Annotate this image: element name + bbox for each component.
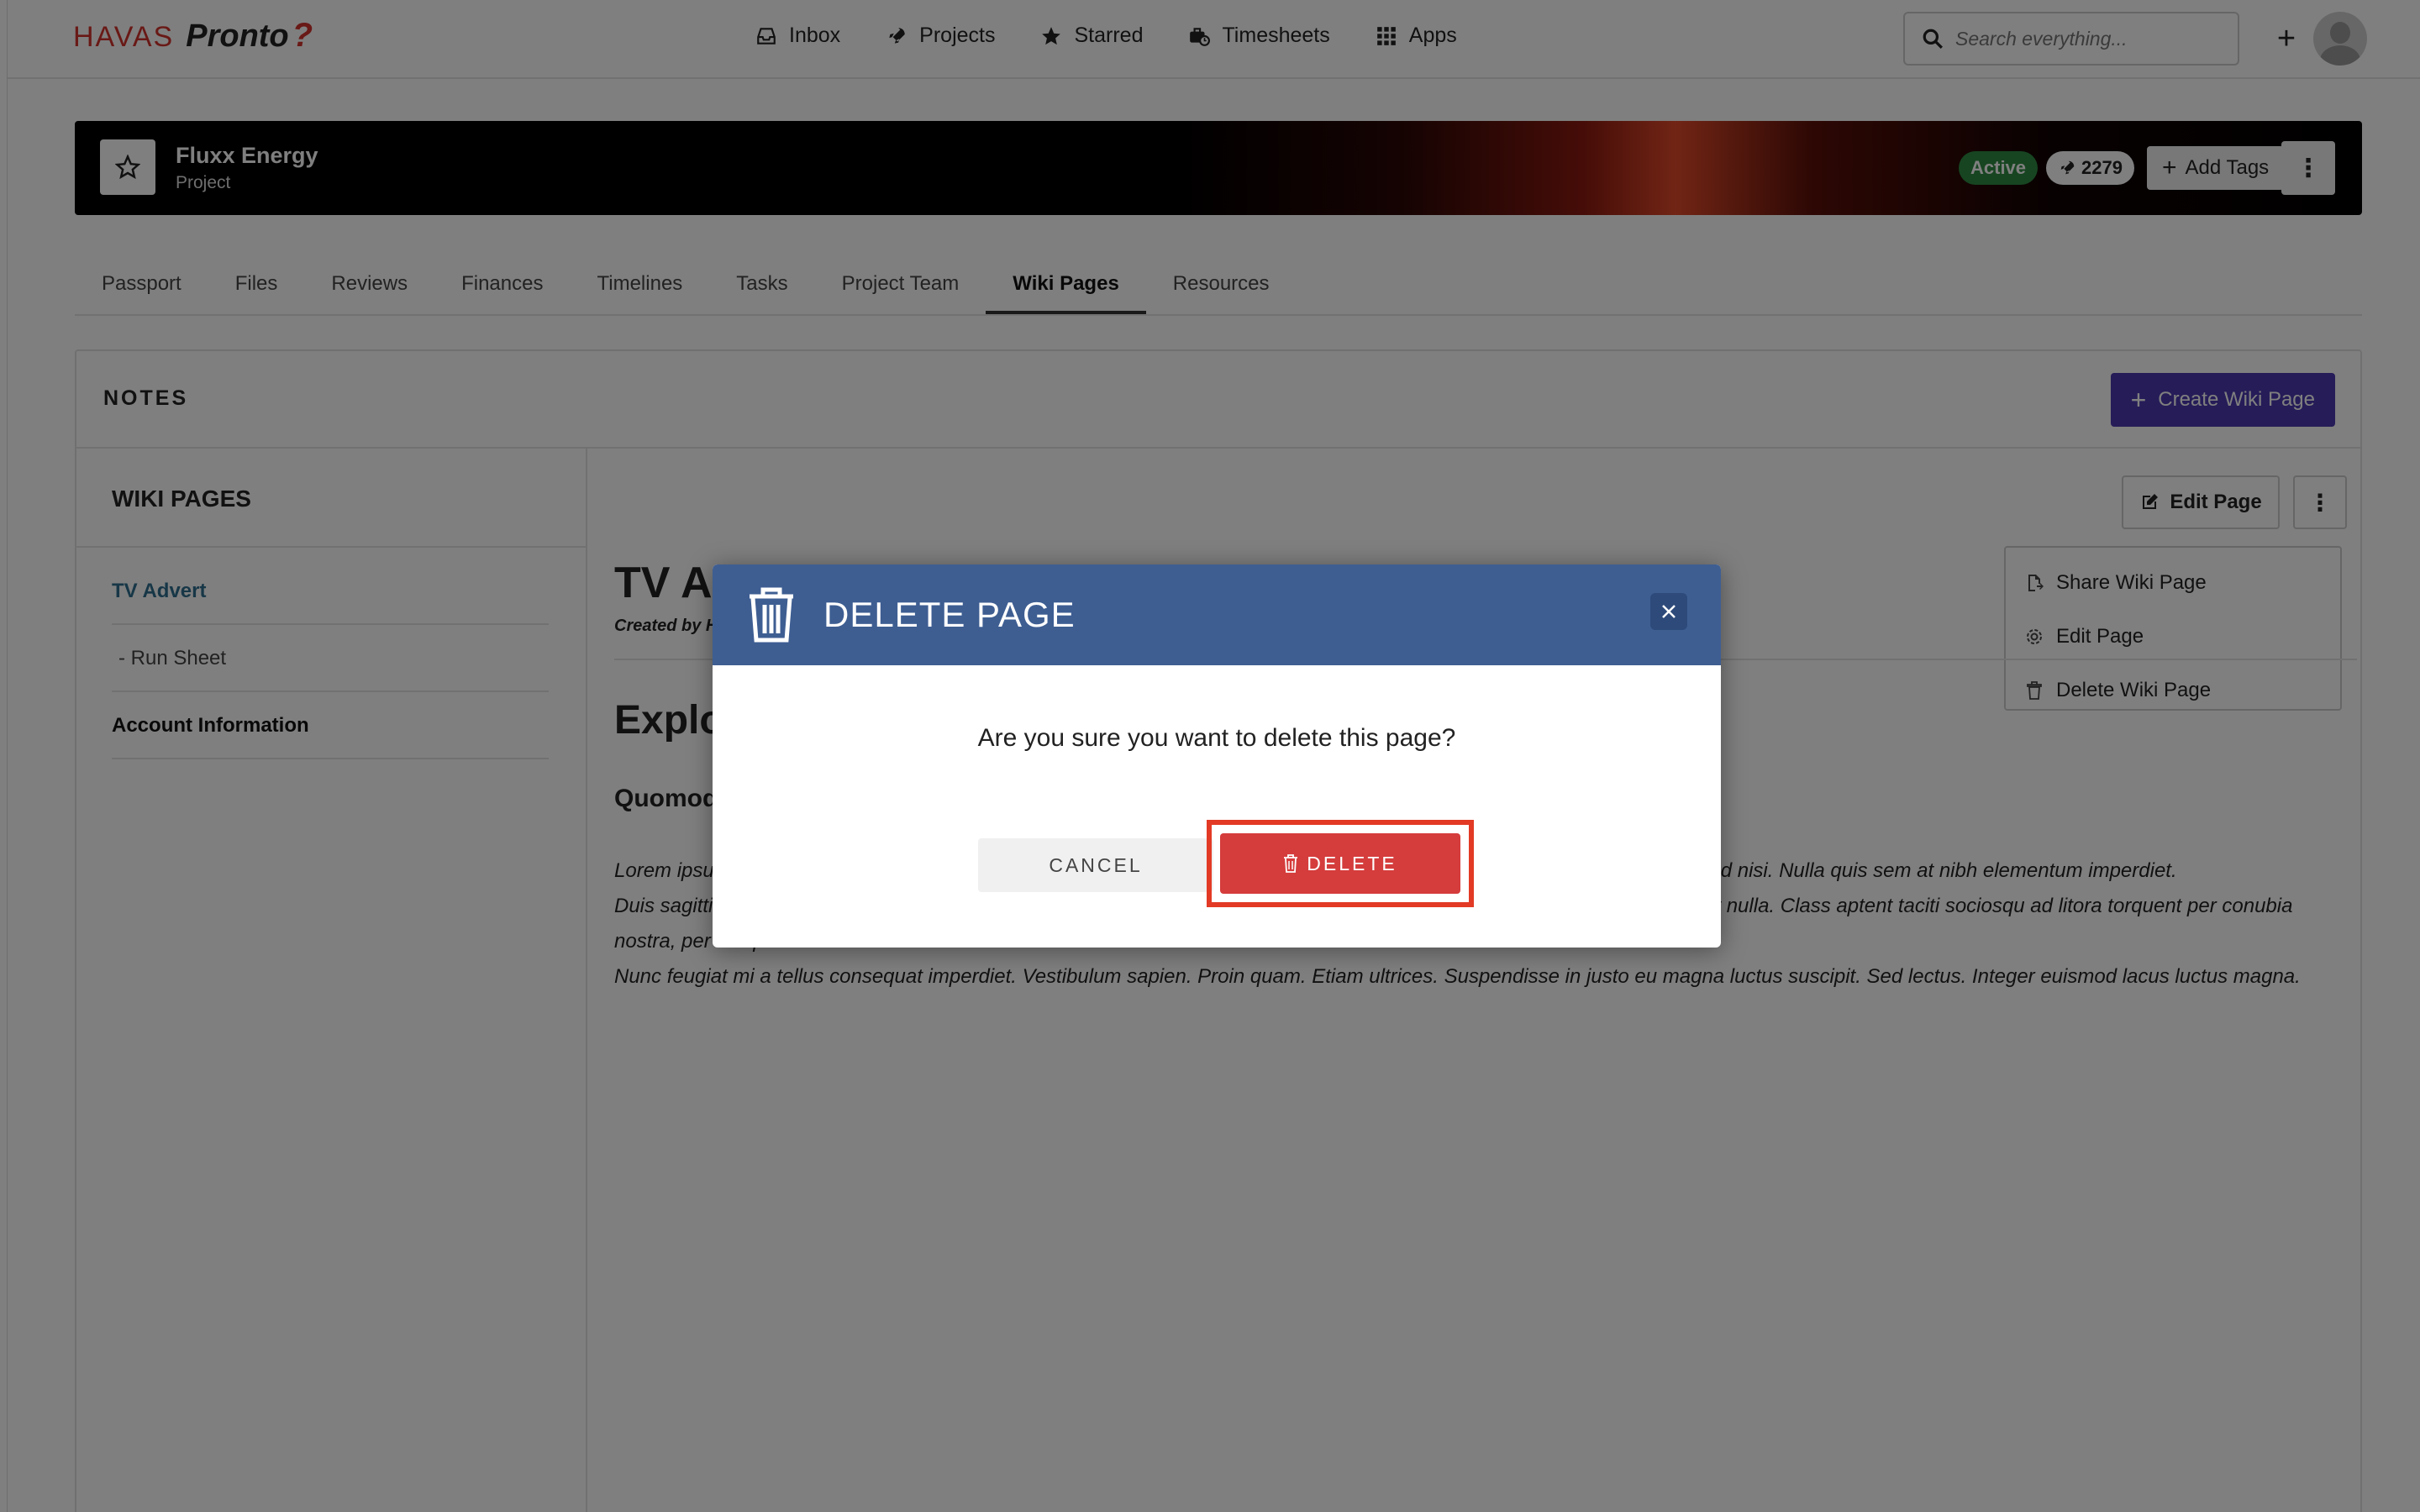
close-icon — [1662, 605, 1676, 618]
modal-close-button[interactable] — [1650, 593, 1687, 630]
delete-button[interactable]: DELETE — [1220, 833, 1460, 894]
trash-icon — [750, 587, 793, 643]
cancel-button[interactable]: CANCEL — [978, 838, 1213, 892]
delete-button-label: DELETE — [1307, 852, 1397, 874]
trash-icon — [1284, 854, 1298, 873]
modal-title: DELETE PAGE — [823, 595, 1076, 634]
delete-page-modal: DELETE PAGE Are you sure you want to del… — [713, 564, 1721, 948]
modal-message: Are you sure you want to delete this pag… — [977, 724, 1456, 752]
modal-header: DELETE PAGE — [713, 564, 1721, 665]
